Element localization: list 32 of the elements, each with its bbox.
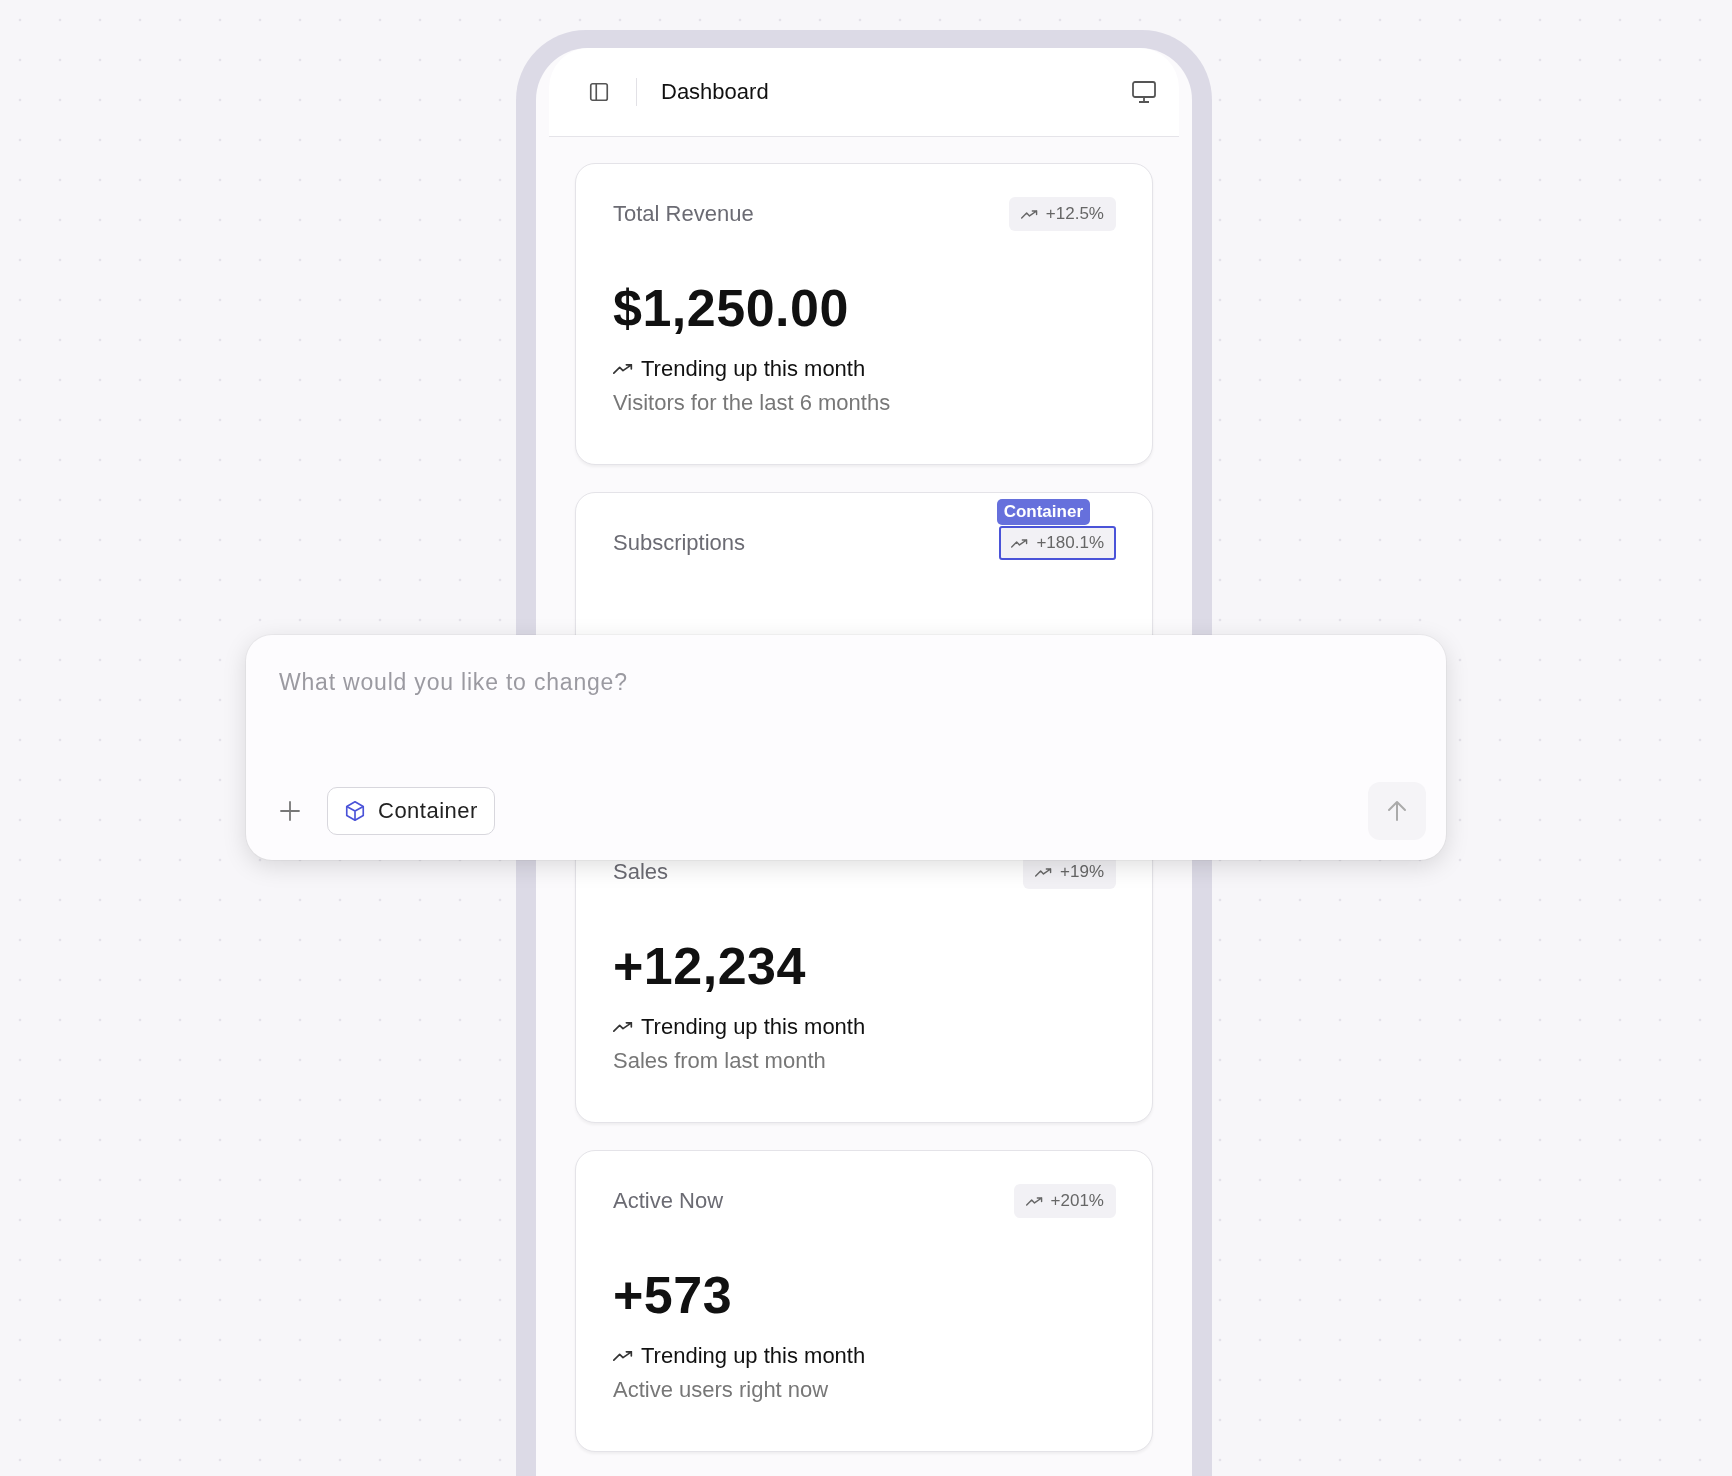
prompt-input[interactable]: What would you like to change? — [279, 669, 1426, 696]
stat-value: $1,250.00 — [613, 278, 850, 338]
selection-label: Container — [996, 499, 1090, 525]
stat-value: +573 — [613, 1265, 734, 1325]
trend-up-icon — [613, 363, 633, 375]
add-icon[interactable] — [279, 800, 301, 822]
monitor-icon[interactable] — [1131, 80, 1157, 104]
card-note: Active users right now — [613, 1377, 830, 1403]
trend-up-icon — [613, 1350, 633, 1362]
card-note: Visitors for the last 6 months — [613, 390, 892, 416]
card-title: Active Now — [613, 1188, 724, 1214]
trend-up-icon — [1011, 537, 1029, 549]
stat-value: +12,234 — [613, 936, 807, 996]
card-note: Sales from last month — [613, 1048, 827, 1074]
trend-up-icon — [1035, 866, 1053, 878]
trend-badge: +12.5% — [1008, 197, 1116, 231]
trend-text: Trending up this month — [641, 1343, 866, 1369]
trend-up-icon — [613, 1021, 633, 1033]
cube-icon — [344, 800, 366, 822]
page-title: Dashboard — [661, 79, 770, 105]
context-chip[interactable]: Container — [327, 787, 495, 835]
trend-badge[interactable]: +180.1% — [999, 526, 1116, 560]
trend-text: Trending up this month — [641, 1014, 866, 1040]
trend-up-icon — [1020, 208, 1038, 220]
sidebar-toggle-icon[interactable] — [588, 81, 610, 103]
trend-up-icon — [1025, 1195, 1043, 1207]
card-title: Sales — [613, 859, 669, 885]
card-title: Subscriptions — [613, 530, 746, 556]
arrow-up-icon — [1385, 799, 1409, 823]
trend-text: Trending up this month — [641, 356, 866, 382]
card-title: Total Revenue — [613, 201, 754, 227]
trend-badge: +201% — [1013, 1184, 1116, 1218]
